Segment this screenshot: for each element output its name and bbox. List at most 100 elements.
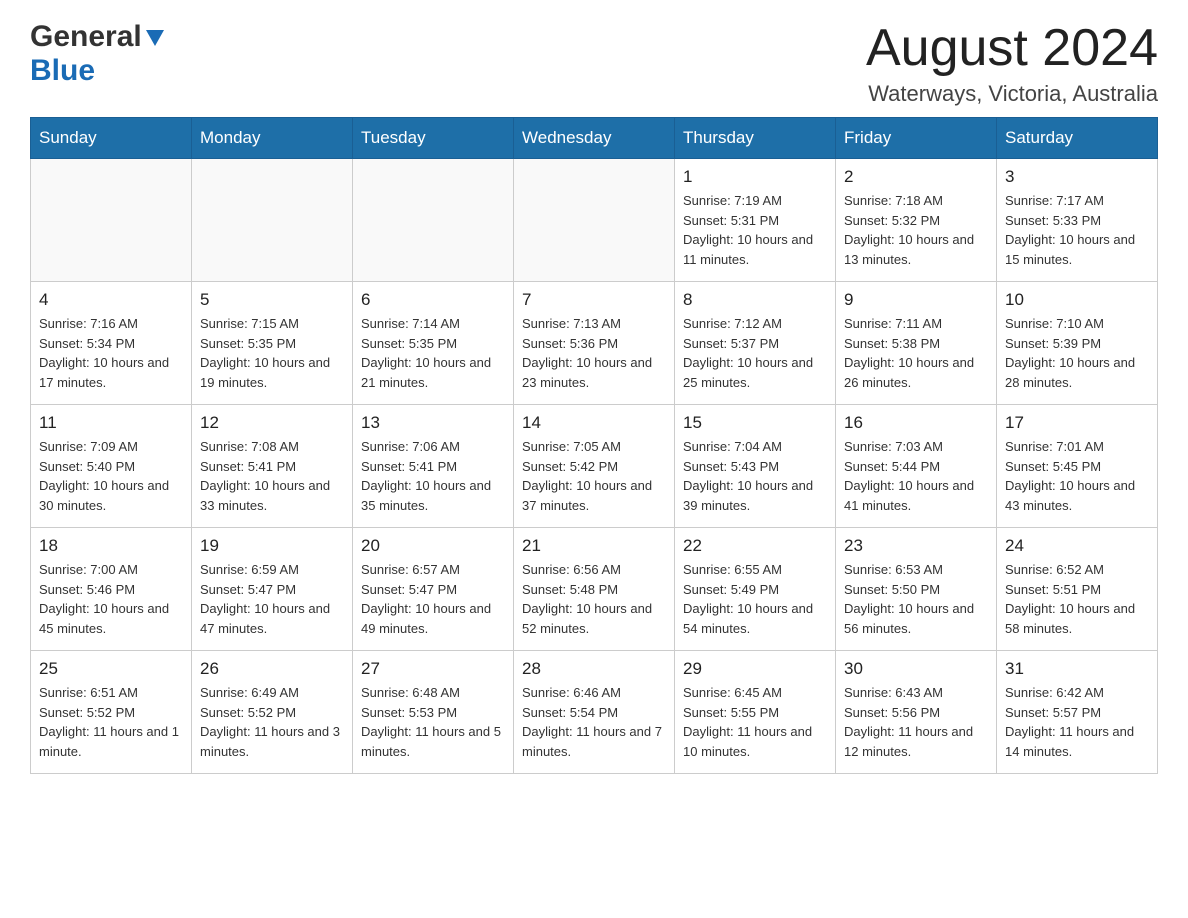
calendar-day-cell: 11 Sunrise: 7:09 AM Sunset: 5:40 PM Dayli… <box>31 405 192 528</box>
day-number: 3 <box>1005 167 1149 187</box>
day-number: 10 <box>1005 290 1149 310</box>
day-info: Sunrise: 7:06 AM Sunset: 5:41 PM Dayligh… <box>361 437 505 515</box>
day-number: 12 <box>200 413 344 433</box>
day-number: 11 <box>39 413 183 433</box>
day-number: 9 <box>844 290 988 310</box>
calendar-day-cell: 7Sunrise: 7:13 AM Sunset: 5:36 PM Daylig… <box>514 282 675 405</box>
day-info: Sunrise: 7:05 AM Sunset: 5:42 PM Dayligh… <box>522 437 666 515</box>
day-info: Sunrise: 6:55 AM Sunset: 5:49 PM Dayligh… <box>683 560 827 638</box>
calendar-week-row: 25 Sunrise: 6:51 AM Sunset: 5:52 PM Dayli… <box>31 651 1158 774</box>
day-number: 16 <box>844 413 988 433</box>
calendar-day-cell: 6 Sunrise: 7:14 AM Sunset: 5:35 PM Daylig… <box>353 282 514 405</box>
calendar-header-tuesday: Tuesday <box>353 118 514 159</box>
day-number: 25 <box>39 659 183 679</box>
calendar-day-cell: 4 Sunrise: 7:16 AM Sunset: 5:34 PM Daylig… <box>31 282 192 405</box>
calendar-day-cell: 26 Sunrise: 6:49 AM Sunset: 5:52 PM Dayli… <box>192 651 353 774</box>
day-info: Sunrise: 7:04 AM Sunset: 5:43 PM Dayligh… <box>683 437 827 515</box>
day-number: 18 <box>39 536 183 556</box>
calendar-week-row: 4 Sunrise: 7:16 AM Sunset: 5:34 PM Daylig… <box>31 282 1158 405</box>
day-info: Sunrise: 7:09 AM Sunset: 5:40 PM Dayligh… <box>39 437 183 515</box>
day-info: Sunrise: 7:10 AM Sunset: 5:39 PM Dayligh… <box>1005 314 1149 392</box>
calendar-day-cell: 9 Sunrise: 7:11 AM Sunset: 5:38 PM Daylig… <box>836 282 997 405</box>
calendar-day-cell: 3 Sunrise: 7:17 AM Sunset: 5:33 PM Daylig… <box>997 159 1158 282</box>
day-number: 7 <box>522 290 666 310</box>
calendar-header-row: SundayMondayTuesdayWednesdayThursdayFrid… <box>31 118 1158 159</box>
day-number: 26 <box>200 659 344 679</box>
calendar-day-cell <box>353 159 514 282</box>
day-info: Sunrise: 7:16 AM Sunset: 5:34 PM Dayligh… <box>39 314 183 392</box>
day-number: 6 <box>361 290 505 310</box>
calendar-day-cell: 5 Sunrise: 7:15 AM Sunset: 5:35 PM Daylig… <box>192 282 353 405</box>
calendar-day-cell: 8 Sunrise: 7:12 AM Sunset: 5:37 PM Daylig… <box>675 282 836 405</box>
day-info: Sunrise: 7:19 AM Sunset: 5:31 PM Dayligh… <box>683 191 827 269</box>
day-info: Sunrise: 7:14 AM Sunset: 5:35 PM Dayligh… <box>361 314 505 392</box>
calendar-day-cell: 12 Sunrise: 7:08 AM Sunset: 5:41 PM Dayli… <box>192 405 353 528</box>
day-number: 21 <box>522 536 666 556</box>
day-number: 4 <box>39 290 183 310</box>
calendar-day-cell: 31 Sunrise: 6:42 AM Sunset: 5:57 PM Dayli… <box>997 651 1158 774</box>
calendar-table: SundayMondayTuesdayWednesdayThursdayFrid… <box>30 117 1158 774</box>
calendar-header-thursday: Thursday <box>675 118 836 159</box>
logo-general: General <box>30 20 142 54</box>
day-number: 1 <box>683 167 827 187</box>
day-info: Sunrise: 7:18 AM Sunset: 5:32 PM Dayligh… <box>844 191 988 269</box>
day-info: Sunrise: 6:59 AM Sunset: 5:47 PM Dayligh… <box>200 560 344 638</box>
day-number: 23 <box>844 536 988 556</box>
calendar-header-friday: Friday <box>836 118 997 159</box>
calendar-day-cell: 16 Sunrise: 7:03 AM Sunset: 5:44 PM Dayli… <box>836 405 997 528</box>
day-number: 14 <box>522 413 666 433</box>
calendar-day-cell <box>514 159 675 282</box>
day-info: Sunrise: 7:08 AM Sunset: 5:41 PM Dayligh… <box>200 437 344 515</box>
day-info: Sunrise: 7:12 AM Sunset: 5:37 PM Dayligh… <box>683 314 827 392</box>
logo-triangle-icon <box>144 26 166 48</box>
day-info: Sunrise: 7:15 AM Sunset: 5:35 PM Dayligh… <box>200 314 344 392</box>
day-number: 22 <box>683 536 827 556</box>
logo: General Blue <box>30 20 167 88</box>
day-number: 5 <box>200 290 344 310</box>
day-info: Sunrise: 6:53 AM Sunset: 5:50 PM Dayligh… <box>844 560 988 638</box>
day-info: Sunrise: 6:45 AM Sunset: 5:55 PM Dayligh… <box>683 683 827 761</box>
day-info: Sunrise: 6:49 AM Sunset: 5:52 PM Dayligh… <box>200 683 344 761</box>
calendar-header-monday: Monday <box>192 118 353 159</box>
calendar-day-cell: 17 Sunrise: 7:01 AM Sunset: 5:45 PM Dayli… <box>997 405 1158 528</box>
location: Waterways, Victoria, Australia <box>866 81 1158 107</box>
day-number: 31 <box>1005 659 1149 679</box>
day-info: Sunrise: 6:48 AM Sunset: 5:53 PM Dayligh… <box>361 683 505 761</box>
calendar-day-cell: 19 Sunrise: 6:59 AM Sunset: 5:47 PM Dayli… <box>192 528 353 651</box>
calendar-day-cell: 20Sunrise: 6:57 AM Sunset: 5:47 PM Dayli… <box>353 528 514 651</box>
day-info: Sunrise: 7:11 AM Sunset: 5:38 PM Dayligh… <box>844 314 988 392</box>
day-info: Sunrise: 6:43 AM Sunset: 5:56 PM Dayligh… <box>844 683 988 761</box>
calendar-day-cell <box>31 159 192 282</box>
calendar-week-row: 1 Sunrise: 7:19 AM Sunset: 5:31 PM Daylig… <box>31 159 1158 282</box>
calendar-day-cell: 23 Sunrise: 6:53 AM Sunset: 5:50 PM Dayli… <box>836 528 997 651</box>
calendar-week-row: 18Sunrise: 7:00 AM Sunset: 5:46 PM Dayli… <box>31 528 1158 651</box>
calendar-header-saturday: Saturday <box>997 118 1158 159</box>
day-number: 28 <box>522 659 666 679</box>
calendar-day-cell: 28Sunrise: 6:46 AM Sunset: 5:54 PM Dayli… <box>514 651 675 774</box>
calendar-day-cell: 27 Sunrise: 6:48 AM Sunset: 5:53 PM Dayli… <box>353 651 514 774</box>
calendar-week-row: 11 Sunrise: 7:09 AM Sunset: 5:40 PM Dayli… <box>31 405 1158 528</box>
day-info: Sunrise: 7:03 AM Sunset: 5:44 PM Dayligh… <box>844 437 988 515</box>
calendar-day-cell: 24Sunrise: 6:52 AM Sunset: 5:51 PM Dayli… <box>997 528 1158 651</box>
day-number: 24 <box>1005 536 1149 556</box>
calendar-day-cell: 13Sunrise: 7:06 AM Sunset: 5:41 PM Dayli… <box>353 405 514 528</box>
day-info: Sunrise: 6:57 AM Sunset: 5:47 PM Dayligh… <box>361 560 505 638</box>
day-info: Sunrise: 7:01 AM Sunset: 5:45 PM Dayligh… <box>1005 437 1149 515</box>
day-number: 27 <box>361 659 505 679</box>
calendar-day-cell <box>192 159 353 282</box>
day-number: 2 <box>844 167 988 187</box>
day-info: Sunrise: 6:42 AM Sunset: 5:57 PM Dayligh… <box>1005 683 1149 761</box>
day-number: 17 <box>1005 413 1149 433</box>
day-number: 30 <box>844 659 988 679</box>
calendar-day-cell: 10 Sunrise: 7:10 AM Sunset: 5:39 PM Dayli… <box>997 282 1158 405</box>
day-info: Sunrise: 7:17 AM Sunset: 5:33 PM Dayligh… <box>1005 191 1149 269</box>
calendar-day-cell: 1 Sunrise: 7:19 AM Sunset: 5:31 PM Daylig… <box>675 159 836 282</box>
day-number: 8 <box>683 290 827 310</box>
day-number: 19 <box>200 536 344 556</box>
calendar-day-cell: 18Sunrise: 7:00 AM Sunset: 5:46 PM Dayli… <box>31 528 192 651</box>
calendar-day-cell: 2 Sunrise: 7:18 AM Sunset: 5:32 PM Daylig… <box>836 159 997 282</box>
page-header: General Blue August 2024 Waterways, Vict… <box>30 20 1158 107</box>
day-info: Sunrise: 6:51 AM Sunset: 5:52 PM Dayligh… <box>39 683 183 761</box>
logo-blue: Blue <box>30 54 95 88</box>
title-block: August 2024 Waterways, Victoria, Austral… <box>866 20 1158 107</box>
